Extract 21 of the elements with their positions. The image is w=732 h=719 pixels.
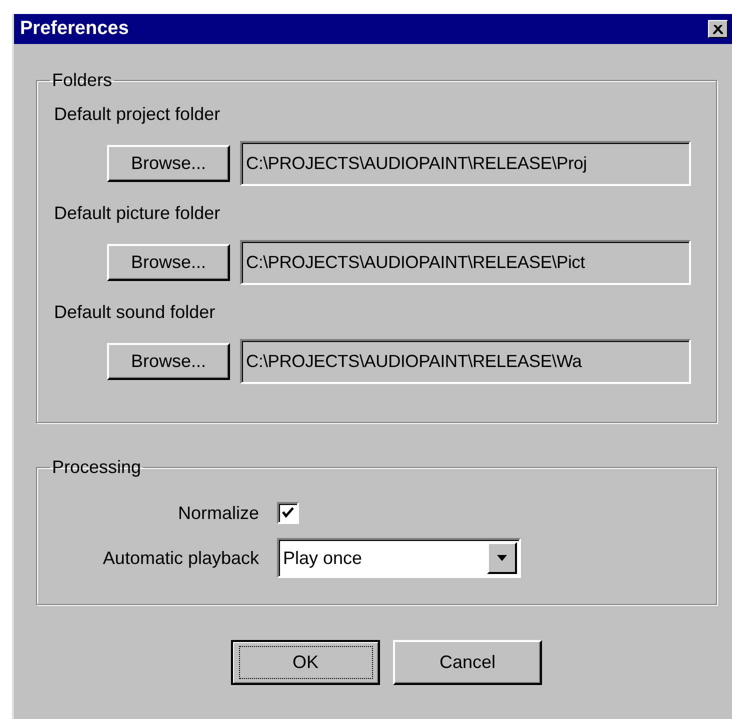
browse-button[interactable]: Browse...	[107, 145, 230, 182]
browse-button[interactable]: Browse...	[107, 343, 230, 380]
close-button[interactable]	[708, 20, 728, 38]
playback-dropdown[interactable]: Play once	[277, 538, 521, 578]
group-title: Folders	[51, 70, 114, 91]
field-label: Default picture folder	[54, 202, 222, 224]
field-label: Default project folder	[54, 103, 222, 125]
ok-button[interactable]: OK	[231, 640, 380, 685]
path-field[interactable]: C:\PROJECTS\AUDIOPAINT\RELEASE\Proj	[240, 141, 691, 186]
window-title: Preferences	[20, 18, 129, 40]
normalize-checkbox[interactable]	[277, 502, 299, 524]
group-title: Processing	[51, 457, 142, 478]
checkbox-label: Normalize	[178, 502, 259, 524]
checkmark-icon	[281, 506, 295, 520]
field-label: Default sound folder	[54, 301, 216, 323]
path-field[interactable]: C:\PROJECTS\AUDIOPAINT\RELEASE\Wa	[240, 339, 691, 384]
browse-button[interactable]: Browse...	[107, 244, 230, 281]
close-icon	[713, 24, 723, 34]
cancel-button[interactable]: Cancel	[393, 640, 542, 685]
path-field[interactable]: C:\PROJECTS\AUDIOPAINT\RELEASE\Pict	[240, 240, 691, 285]
dropdown-label: Automatic playback	[102, 548, 259, 568]
